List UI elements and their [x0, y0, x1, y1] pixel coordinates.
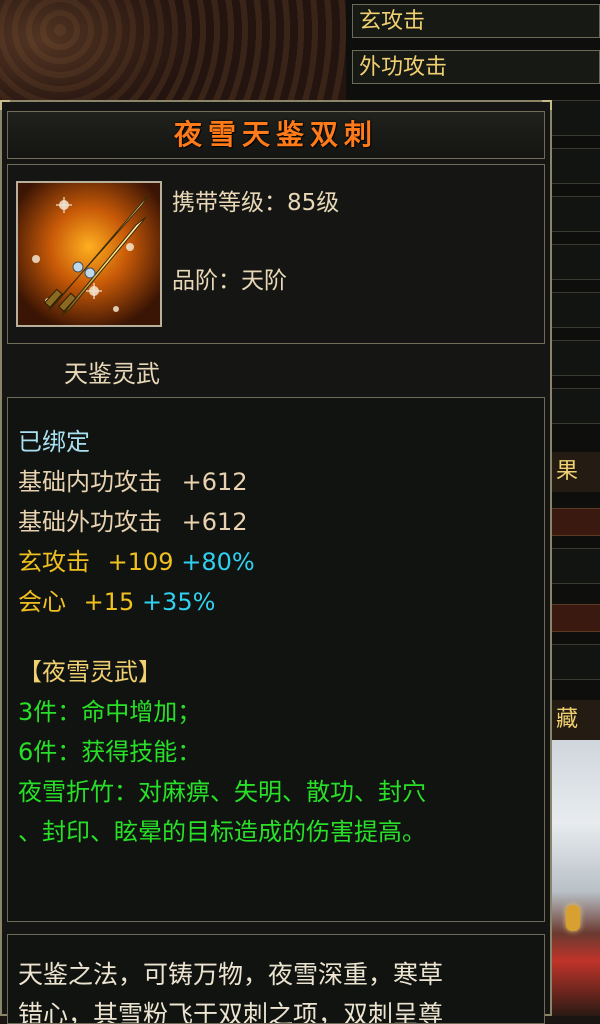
stat-row-xuan-attack: 玄攻击 [352, 4, 600, 38]
stat-row-stub [548, 244, 600, 280]
item-icon[interactable] [16, 181, 162, 327]
bound-status: 已绑定 [18, 428, 90, 456]
stat-value: +15 [83, 588, 135, 616]
stat-row-stub [548, 340, 600, 376]
lantern-icon [566, 905, 580, 931]
set-skill-line-2: 、封印、眩晕的目标造成的伤害提高。 [18, 818, 426, 846]
game-scene-preview [548, 740, 600, 1016]
set-skill-line-1: 夜雪折竹：对麻痹、失明、散功、封穴 [18, 778, 426, 806]
description-line-1: 天鉴之法，可铸万物，夜雪深重，寒草 [18, 960, 444, 989]
item-tooltip: 夜雪天鉴双刺 携带等级：85级 品阶：天阶 天鉴灵武 已绑定 基础内功攻击 +6… [0, 100, 552, 1024]
frame-corner [542, 100, 552, 110]
tab-result[interactable]: 果 [548, 452, 600, 492]
stat-row-stub [548, 548, 600, 584]
stat-row-stub [548, 644, 600, 680]
stat-row-external-attack: 外功攻击 [352, 50, 600, 84]
twin-daggers-icon [18, 183, 160, 325]
description-line-2: 错心，其雪粉飞于双刺之项，双刺呈尊 [18, 1000, 444, 1024]
stat-bar [548, 604, 600, 632]
set-bonus-6: 6件：获得技能： [18, 738, 202, 766]
item-info-box: 携带等级：85级 品阶：天阶 [7, 164, 545, 344]
set-bonus-3: 3件：命中增加； [18, 698, 202, 726]
set-name: 【夜雪灵武】 [18, 658, 162, 686]
stat-label: 玄攻击 [18, 548, 90, 576]
stat-row-stub [548, 148, 600, 184]
item-stats-box: 已绑定 基础内功攻击 +612 基础外功攻击 +612 玄攻击 +109 +80… [7, 397, 545, 922]
frame-corner [0, 100, 10, 110]
stat-label: 基础内功攻击 [18, 468, 162, 496]
stat-value: +109 [107, 548, 174, 576]
item-description: 天鉴之法，可铸万物，夜雪深重，寒草 错心，其雪粉飞于双刺之项，双刺呈尊 [7, 934, 545, 1024]
stat-bonus: +35% [141, 588, 216, 616]
item-grade: 品阶：天阶 [172, 268, 287, 294]
item-category: 天鉴灵武 [64, 360, 160, 388]
stat-row-stub [548, 196, 600, 232]
stat-value: +612 [181, 468, 248, 496]
item-name: 夜雪天鉴双刺 [7, 111, 545, 159]
stat-base-internal: 基础内功攻击 +612 [18, 462, 248, 497]
stat-value: +612 [181, 508, 248, 536]
stat-base-external: 基础外功攻击 +612 [18, 502, 248, 537]
carry-level: 携带等级：85级 [172, 190, 340, 216]
stat-row-stub [548, 388, 600, 424]
tab-collection[interactable]: 藏 [548, 700, 600, 740]
stat-bonus: +80% [181, 548, 255, 576]
stat-row-stub [548, 100, 600, 136]
stat-row-stub [548, 292, 600, 328]
stat-label: 基础外功攻击 [18, 508, 162, 536]
stat-xuan-attack: 玄攻击 +109 +80% [18, 542, 255, 577]
stat-label: 会心 [18, 588, 66, 616]
game-scene-background [0, 0, 350, 100]
stat-crit: 会心 +15 +35% [18, 582, 215, 617]
stat-bar [548, 508, 600, 536]
